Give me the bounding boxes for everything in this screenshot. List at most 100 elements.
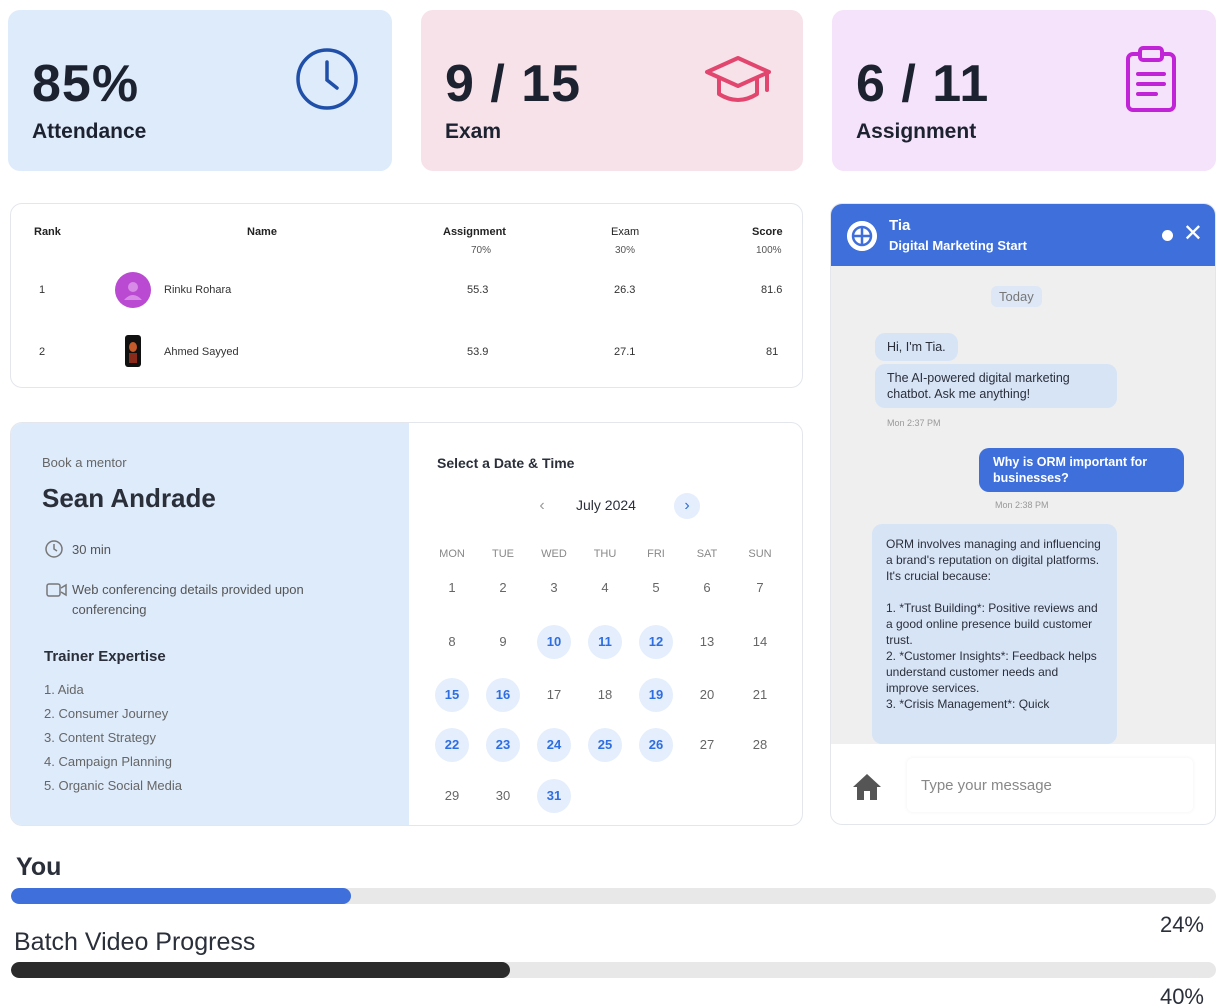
user-message: Why is ORM important for businesses? [979, 448, 1184, 492]
batch-progress-percent: 40% [1159, 984, 1204, 1004]
calendar-day-available[interactable]: 16 [486, 678, 520, 712]
weekday-label: MON [439, 548, 465, 560]
attendance-value: 85% [32, 55, 140, 113]
calendar-month: July 2024 [576, 497, 636, 513]
video-camera-icon [46, 583, 67, 597]
row-name: Ahmed Sayyed [164, 346, 239, 358]
calendar-day: 3 [550, 580, 558, 595]
list-item: 4. Campaign Planning [44, 754, 172, 769]
calendar-day-available[interactable]: 23 [486, 728, 520, 762]
status-dot-icon [1162, 230, 1173, 241]
you-progress-percent: 24% [1159, 912, 1204, 937]
avatar [115, 333, 151, 369]
col-assignment: Assignment [443, 226, 506, 238]
calendar-day-available[interactable]: 24 [537, 728, 571, 762]
you-progress-bar [11, 888, 1216, 904]
row-name: Rinku Rohara [164, 284, 232, 296]
list-item: 1. Aida [44, 682, 84, 697]
chat-input-bar [831, 744, 1215, 824]
assignment-value: 6 / 11 [856, 55, 990, 113]
assignment-card: 6 / 11 Assignment [832, 10, 1216, 171]
exam-label: Exam [445, 120, 502, 143]
calendar-day: 7 [756, 580, 764, 595]
calendar-day-available[interactable]: 22 [435, 728, 469, 762]
col-score-weight: 100% [756, 245, 782, 256]
col-assignment-weight: 70% [471, 245, 492, 256]
trainer-expertise-title: Trainer Expertise [44, 648, 166, 665]
calendar-day-available[interactable]: 12 [639, 625, 673, 659]
list-item: 3. Content Strategy [44, 730, 157, 745]
prev-month-button[interactable]: ‹ [529, 493, 555, 519]
calendar-day-available[interactable]: 31 [537, 779, 571, 813]
calendar-day: 17 [546, 687, 562, 702]
next-month-button[interactable]: › [674, 493, 700, 519]
date-divider: Today [991, 286, 1042, 307]
bot-subtitle: Digital Marketing Start [889, 238, 1027, 253]
row-rank: 2 [39, 346, 46, 358]
bot-message: The AI-powered digital marketing chatbot… [875, 364, 1117, 408]
row-assignment: 55.3 [467, 284, 489, 296]
attendance-card: 85% Attendance [8, 10, 392, 171]
calendar-day-available[interactable]: 26 [639, 728, 673, 762]
exam-card: 9 / 15 Exam [421, 10, 803, 171]
book-mentor-eyebrow: Book a mentor [42, 455, 127, 470]
user-icon [124, 282, 142, 300]
calendar-day-available[interactable]: 10 [537, 625, 571, 659]
calendar-day: 6 [703, 580, 711, 595]
row-exam: 26.3 [614, 284, 636, 296]
calendar-day: 8 [448, 634, 456, 649]
col-name: Name [247, 226, 277, 238]
batch-progress-fill [11, 962, 510, 978]
calendar-day: 14 [752, 634, 768, 649]
calendar-day: 30 [495, 788, 511, 803]
leaderboard-table: Rank Name Assignment 70% Exam 30% Score … [10, 203, 803, 388]
graduation-cap-icon [705, 56, 771, 102]
mentor-name: Sean Andrade [42, 483, 216, 513]
calendar-day-available[interactable]: 19 [639, 678, 673, 712]
list-item: 2. Consumer Journey [44, 706, 169, 721]
batch-progress-bar [11, 962, 1216, 978]
weekday-label: SAT [696, 548, 718, 560]
home-icon[interactable] [851, 772, 883, 802]
bot-avatar-icon [847, 221, 877, 251]
list-item: 5. Organic Social Media [44, 778, 183, 793]
row-score: 81 [766, 346, 779, 358]
bot-name: Tia [889, 217, 911, 234]
bot-message: ORM involves managing and influencing a … [872, 524, 1117, 744]
calendar-day: 27 [699, 737, 715, 752]
bot-message: Hi, I'm Tia. [875, 333, 958, 361]
message-timestamp: Mon 2:38 PM [995, 500, 1049, 510]
calendar-day: 29 [444, 788, 460, 803]
avatar [115, 272, 151, 308]
mentor-conferencing: Web conferencing details provided upon c… [72, 582, 304, 617]
close-chat-button[interactable]: ✕ [1183, 220, 1203, 248]
weekday-label: SUN [748, 548, 772, 560]
chat-message-input[interactable] [907, 758, 1193, 812]
calendar-title: Select a Date & Time [437, 455, 575, 471]
mentor-duration: 30 min [72, 542, 112, 557]
calendar-day: 4 [601, 580, 609, 595]
col-score: Score [752, 226, 783, 238]
date-picker: Select a Date & Time ‹ July 2024 › MON TU… [409, 423, 802, 825]
calendar-day: 13 [699, 634, 715, 649]
calendar-day: 18 [597, 687, 613, 702]
row-exam: 27.1 [614, 346, 636, 358]
weekday-label: THU [593, 548, 617, 560]
calendar-day: 21 [752, 687, 768, 702]
assignment-label: Assignment [856, 120, 977, 143]
calendar-day: 5 [652, 580, 660, 595]
calendar-day-available[interactable]: 15 [435, 678, 469, 712]
calendar-day-available[interactable]: 11 [588, 625, 622, 659]
chat-header: Tia Digital Marketing Start ✕ [831, 204, 1215, 266]
clock-icon [45, 540, 63, 558]
user-photo-icon [125, 335, 141, 367]
calendar-day: 1 [448, 580, 456, 595]
calendar-day: 9 [499, 634, 507, 649]
you-progress-label: You [16, 853, 62, 881]
calendar-day-available[interactable]: 25 [588, 728, 622, 762]
calendar-day: 28 [752, 737, 768, 752]
attendance-label: Attendance [32, 120, 147, 143]
col-rank: Rank [34, 226, 61, 238]
row-score: 81.6 [761, 284, 783, 296]
mentor-info: Book a mentor Sean Andrade 30 min Web co… [11, 423, 409, 825]
